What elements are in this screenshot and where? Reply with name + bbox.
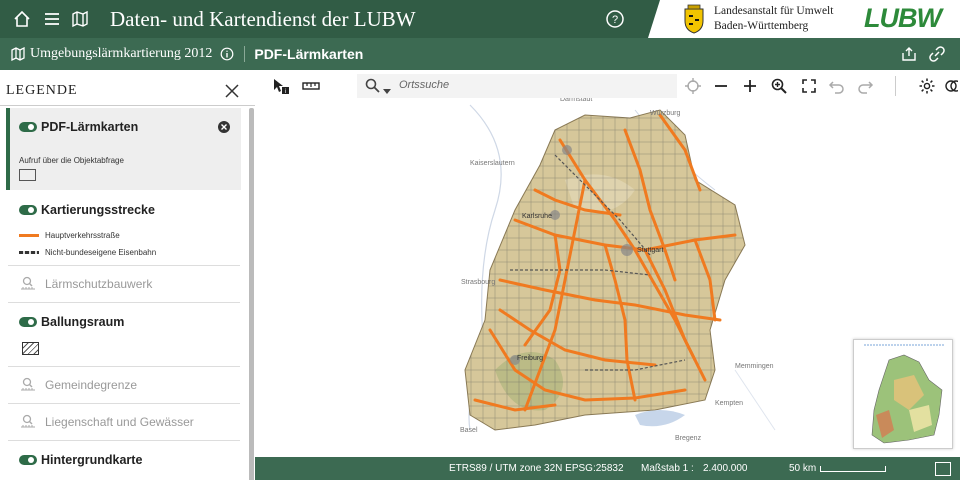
zoom-in-icon[interactable] [741,77,759,95]
project-title: Umgebungslärmkartierung 2012 [30,46,213,61]
zoom-in-required-icon [20,414,36,433]
legend-item: Nicht-bundeseigene Eisenbahn [45,248,157,257]
legend-symbol-rail [19,251,39,254]
agency-name-line1: Landesanstalt für Umwelt [714,5,834,17]
place-label: Freiburg [517,355,543,362]
measure-icon[interactable] [302,77,320,95]
legend-symbol-road [19,234,39,237]
sub-header: Umgebungslärmkartierung 2012 PDF-Lärmkar… [0,38,960,70]
legend-group-title: Kartierungsstrecke [41,203,155,217]
search-icon[interactable] [365,78,380,98]
gear-icon[interactable] [918,77,936,95]
map-icon[interactable] [70,9,90,29]
identify-cursor-icon[interactable]: i [272,77,290,95]
lubw-logo: LUBW [864,3,942,33]
divider [8,440,240,441]
share-icon[interactable] [901,46,917,62]
overview-map[interactable] [853,339,953,449]
home-icon[interactable] [12,9,32,29]
legend-group-title: Hintergrundkarte [41,453,143,467]
app-title: Daten- und Kartendienst der LUBW [110,6,416,31]
legend-group-title: Gemeindegrenze [45,378,138,392]
place-label: Bregenz [675,435,702,442]
location-search[interactable]: Ortssuche [357,74,677,98]
menu-icon[interactable] [42,9,62,29]
place-label: Würzburg [650,110,680,117]
remove-layer-icon[interactable] [218,120,230,138]
place-label: Strasbourg [461,279,495,286]
layers-icon[interactable] [944,77,958,95]
scale-value: 2.400.000 [703,463,748,474]
top-header: Daten- und Kartendienst der LUBW ? Lande… [0,0,960,38]
layer-toggle[interactable] [19,317,37,327]
legend-group-title: Liegenschaft und Gewässer [45,415,194,429]
coat-of-arms-icon [682,4,706,34]
divider [8,302,240,303]
divider [8,366,240,367]
legend-panel: LEGENDE PDF-Lärmkarten Aufruf über die O… [0,70,255,480]
zoom-in-required-icon [20,377,36,396]
close-icon[interactable] [224,83,240,99]
locate-icon[interactable] [684,77,702,95]
redo-icon[interactable] [856,77,874,95]
legend-group-title: Lärmschutzbauwerk [45,277,153,291]
legend-group-title: PDF-Lärmkarten [41,120,139,134]
scalebar-label: 50 km [789,463,817,474]
scrollbar[interactable] [249,108,254,480]
app-window: Daten- und Kartendienst der LUBW ? Lande… [0,0,960,480]
divider [244,46,246,62]
legend-group-title: Ballungsraum [41,315,125,329]
layer-toggle[interactable] [19,122,37,132]
scalebar [820,466,886,472]
agency-name-line2: Baden-Württemberg [714,20,809,32]
chevron-down-icon[interactable] [383,82,391,100]
legend-item: Hauptverkehrsstraße [45,231,120,240]
divider [8,265,240,266]
map-icon [11,46,25,62]
fullscreen-icon[interactable] [800,77,818,95]
place-label: Karlsruhe [522,213,552,220]
place-label: Memmingen [735,363,774,370]
svg-text:?: ? [612,14,618,26]
zoom-in-required-icon [20,276,36,295]
section-title: PDF-Lärmkarten [254,46,364,62]
info-icon[interactable] [220,47,234,61]
svg-text:i: i [285,89,286,95]
toolbar-divider [895,76,896,96]
collapse-minimap-icon[interactable] [935,462,951,476]
place-label: Kaiserslautern [470,160,515,167]
legend-header: LEGENDE [0,70,255,106]
scale-label: Maßstab 1 : [641,463,694,474]
place-label: Stuttgart [637,247,664,254]
agency-branding: Landesanstalt für Umwelt Baden-Württembe… [648,0,960,38]
legend-note: Aufruf über die Objektabfrage [19,156,124,165]
zoom-out-icon[interactable] [712,77,730,95]
layer-toggle[interactable] [19,455,37,465]
legend-symbol-hatch [22,342,39,355]
layer-toggle[interactable] [19,205,37,215]
link-icon[interactable] [929,46,945,62]
undo-icon[interactable] [828,77,846,95]
legend-group-pdf-laermkarten: PDF-Lärmkarten Aufruf über die Objektabf… [6,108,241,190]
crs-label: ETRS89 / UTM zone 32N EPSG:25832 [449,463,624,474]
help-icon[interactable]: ? [604,8,626,30]
legend-title: LEGENDE [6,83,78,98]
legend-symbol-box [19,169,36,181]
zoom-box-icon[interactable] [770,77,788,95]
search-input[interactable]: Ortssuche [399,79,449,91]
status-bar: ETRS89 / UTM zone 32N EPSG:25832 Maßstab… [255,457,960,480]
place-label: Basel [460,427,478,434]
place-label: Kempten [715,400,743,407]
divider [8,403,240,404]
